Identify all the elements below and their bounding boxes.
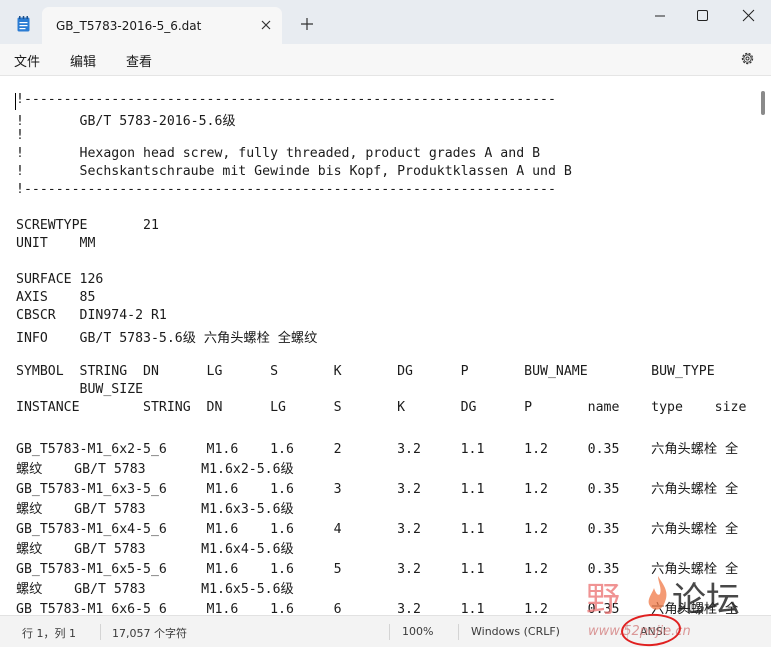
character-count: 17,057 个字符 (112, 627, 187, 640)
editor-line: ! (16, 128, 24, 143)
editor-line: GB_T5783-M1_6x2-5_6 M1.6 1.6 2 3.2 1.1 1… (16, 442, 739, 457)
editor-line: AXIS 85 (16, 290, 96, 305)
editor-line: !---------------------------------------… (16, 92, 556, 107)
minimize-icon[interactable] (638, 6, 682, 26)
tab-title: GB_T5783-2016-5_6.dat (56, 19, 202, 33)
editor-line: 螺纹 GB/T 5783 M1.6x2-5.6级 (16, 462, 294, 477)
editor-line: BUW_SIZE (16, 382, 144, 397)
close-icon[interactable] (726, 6, 770, 26)
cursor-position[interactable]: 行 1，列 1 (22, 625, 76, 641)
plus-icon[interactable] (300, 17, 314, 31)
line-ending[interactable]: Windows (CRLF) (471, 625, 560, 638)
editor-line: INSTANCE STRING DN LG S K DG P name type… (16, 400, 747, 415)
vertical-scrollbar[interactable] (761, 91, 765, 115)
editor-line: !---------------------------------------… (16, 182, 556, 197)
editor-line: SURFACE 126 (16, 272, 104, 287)
status-divider (100, 624, 101, 640)
editor-line: 螺纹 GB/T 5783 M1.6x3-5.6级 (16, 502, 294, 517)
status-divider (458, 624, 459, 640)
watermark-text-right: 论坛 (672, 580, 740, 620)
editor-line: INFO GB/T 5783-5.6级 六角头螺栓 全螺纹 (16, 331, 318, 346)
watermark-text-left: 野 (586, 580, 620, 620)
editor-line: ! Hexagon head screw, fully threaded, pr… (16, 146, 541, 161)
zoom-level[interactable]: 100% (402, 625, 433, 638)
menu-edit[interactable]: 编辑 (70, 51, 96, 70)
editor-line: UNIT MM (16, 236, 96, 251)
editor-line: CBSCR DIN974-2 R1 (16, 308, 167, 323)
editor-line: GB_T5783-M1_6x3-5_6 M1.6 1.6 3 3.2 1.1 1… (16, 482, 739, 497)
editor-line: 螺纹 GB/T 5783 M1.6x5-5.6级 (16, 582, 294, 597)
flame-icon (648, 576, 667, 610)
file-tab[interactable]: GB_T5783-2016-5_6.dat (42, 7, 282, 44)
notepad-icon (17, 16, 30, 32)
editor-line: SYMBOL STRING DN LG S K DG P BUW_NAME BU… (16, 364, 715, 379)
title-bar: GB_T5783-2016-5_6.dat (0, 0, 771, 44)
maximize-icon[interactable] (680, 6, 724, 26)
status-divider (389, 624, 390, 640)
menu-bar: 文件 编辑 查看 (0, 44, 771, 76)
editor-line: ! Sechskantschraube mit Gewinde bis Kopf… (16, 164, 572, 179)
editor-line: ! GB/T 5783-2016-5.6级 (16, 114, 236, 129)
editor-line: GB_T5783-M1_6x4-5_6 M1.6 1.6 4 3.2 1.1 1… (16, 522, 739, 537)
text-editor[interactable]: !---------------------------------------… (0, 77, 771, 615)
menu-file[interactable]: 文件 (14, 51, 40, 70)
close-icon[interactable] (258, 17, 274, 33)
editor-line: SCREWTYPE 21 (16, 218, 159, 233)
gear-icon[interactable] (739, 50, 756, 67)
menu-view[interactable]: 查看 (126, 51, 152, 70)
editor-line: 螺纹 GB/T 5783 M1.6x4-5.6级 (16, 542, 294, 557)
